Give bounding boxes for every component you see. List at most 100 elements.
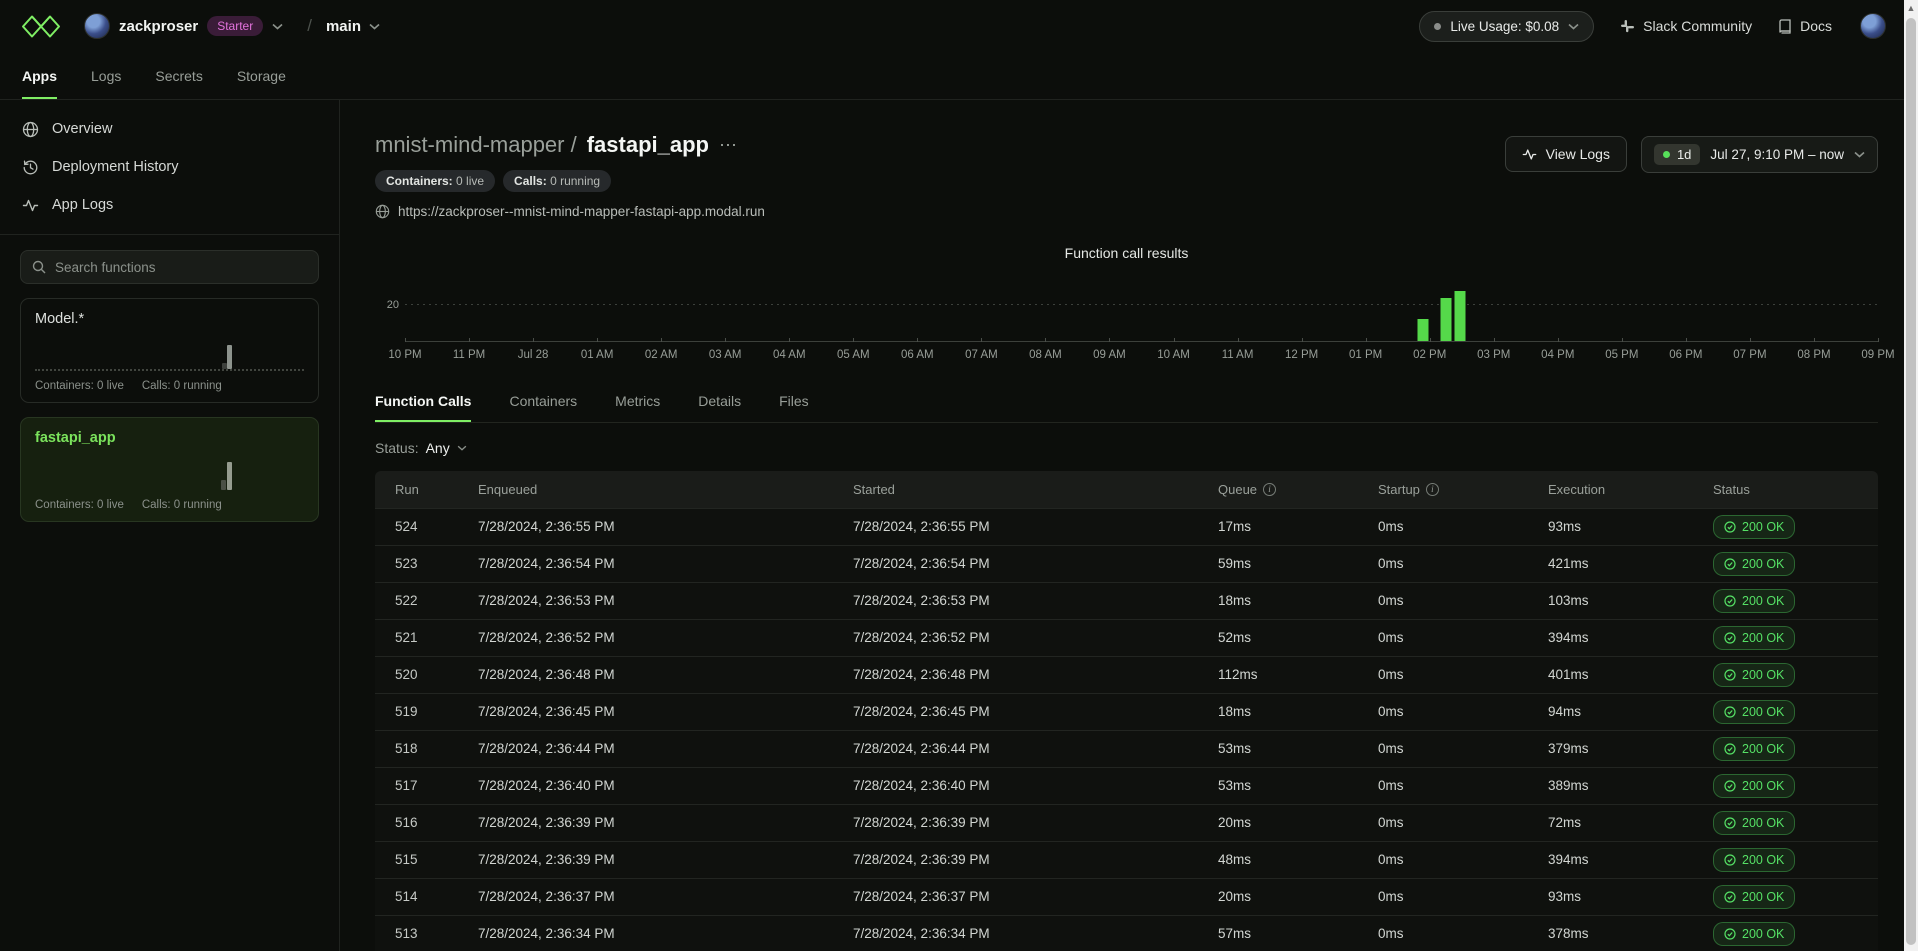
status-badge: 200 OK — [1713, 737, 1795, 761]
table-row[interactable]: 5207/28/2024, 2:36:48 PM7/28/2024, 2:36:… — [375, 656, 1878, 693]
cell-status: 200 OK — [1695, 841, 1878, 878]
tab-metrics[interactable]: Metrics — [615, 382, 660, 422]
status-badge: 200 OK — [1713, 515, 1795, 539]
info-icon[interactable]: i — [1263, 483, 1276, 496]
cell-enqueued: 7/28/2024, 2:36:53 PM — [460, 582, 835, 619]
gridline-20 — [405, 304, 1878, 305]
table-row[interactable]: 5217/28/2024, 2:36:52 PM7/28/2024, 2:36:… — [375, 619, 1878, 656]
live-usage-dropdown[interactable]: Live Usage: $0.08 — [1419, 11, 1594, 42]
page-scrollbar[interactable]: ▲ — [1904, 0, 1918, 951]
column-header-execution: Execution — [1530, 471, 1695, 508]
environment-name: main — [326, 18, 361, 35]
function-name: Model.* — [35, 311, 304, 327]
check-circle-icon — [1724, 891, 1736, 903]
table-row[interactable]: 5247/28/2024, 2:36:55 PM7/28/2024, 2:36:… — [375, 508, 1878, 545]
docs-link[interactable]: Docs — [1778, 18, 1832, 34]
cell-started: 7/28/2024, 2:36:52 PM — [835, 619, 1200, 656]
status-text: 200 OK — [1742, 742, 1784, 756]
check-circle-icon — [1724, 595, 1736, 607]
slack-community-link[interactable]: Slack Community — [1620, 18, 1752, 34]
web-endpoint-link[interactable]: https://zackproser--mnist-mind-mapper-fa… — [375, 204, 765, 219]
status-text: 200 OK — [1742, 927, 1784, 941]
tab-files[interactable]: Files — [779, 382, 809, 422]
workspace-avatar — [84, 13, 110, 39]
table-row[interactable]: 5187/28/2024, 2:36:44 PM7/28/2024, 2:36:… — [375, 730, 1878, 767]
search-icon — [32, 260, 46, 274]
plan-badge: Starter — [207, 16, 263, 36]
cell-enqueued: 7/28/2024, 2:36:34 PM — [460, 915, 835, 951]
table-row[interactable]: 5167/28/2024, 2:36:39 PM7/28/2024, 2:36:… — [375, 804, 1878, 841]
history-icon — [22, 159, 39, 176]
sidebar-item-deployment-history[interactable]: Deployment History — [0, 148, 339, 186]
nav-tab-logs[interactable]: Logs — [91, 52, 121, 99]
chart-bar[interactable] — [1454, 291, 1465, 341]
tab-containers[interactable]: Containers — [509, 382, 577, 422]
cell-started: 7/28/2024, 2:36:55 PM — [835, 508, 1200, 545]
function-card-model[interactable]: Model.* Containers: 0 live Calls: 0 runn… — [20, 298, 319, 403]
function-name: fastapi_app — [35, 430, 304, 446]
cell-run: 522 — [375, 582, 460, 619]
search-functions-input[interactable] — [55, 260, 307, 275]
nav-tab-apps[interactable]: Apps — [22, 52, 57, 99]
chevron-down-icon — [1568, 23, 1579, 30]
cell-execution: 401ms — [1530, 656, 1695, 693]
table-row[interactable]: 5237/28/2024, 2:36:54 PM7/28/2024, 2:36:… — [375, 545, 1878, 582]
app-name[interactable]: mnist-mind-mapper / — [375, 132, 577, 158]
modal-logo-icon[interactable] — [20, 13, 62, 40]
nav-tab-storage[interactable]: Storage — [237, 52, 286, 99]
time-range-picker[interactable]: 1d Jul 27, 9:10 PM – now — [1641, 136, 1878, 173]
x-tick-label: 03 PM — [1477, 349, 1510, 361]
view-logs-button[interactable]: View Logs — [1505, 136, 1627, 172]
status-text: 200 OK — [1742, 890, 1784, 904]
x-tick-label: 04 AM — [773, 349, 806, 361]
x-tick-label: 06 AM — [901, 349, 934, 361]
status-filter-dropdown[interactable]: Status: Any — [375, 440, 1878, 456]
sidebar: Overview Deployment History — [0, 100, 340, 951]
workspace-switcher[interactable]: zackproser Starter — [84, 13, 283, 39]
x-tick-label: 08 PM — [1797, 349, 1830, 361]
environment-switcher[interactable]: main — [326, 18, 380, 35]
table-row[interactable]: 5137/28/2024, 2:36:34 PM7/28/2024, 2:36:… — [375, 915, 1878, 951]
chart-x-axis: 10 PM11 PMJul 2801 AM02 AM03 AM04 AM05 A… — [405, 342, 1878, 366]
table-row[interactable]: 5197/28/2024, 2:36:45 PM7/28/2024, 2:36:… — [375, 693, 1878, 730]
activity-icon — [22, 197, 39, 214]
main-panel: mnist-mind-mapper / fastapi_app ⋯ Contai… — [340, 100, 1904, 951]
check-circle-icon — [1724, 558, 1736, 570]
cell-queue: 20ms — [1200, 878, 1360, 915]
calls-count: Calls: 0 running — [142, 380, 222, 392]
sidebar-item-overview[interactable]: Overview — [0, 110, 339, 148]
cell-run: 520 — [375, 656, 460, 693]
chevron-down-icon[interactable] — [369, 23, 380, 30]
options-menu-icon[interactable]: ⋯ — [719, 135, 738, 156]
scrollbar-up-arrow[interactable]: ▲ — [1906, 3, 1916, 13]
sidebar-item-app-logs[interactable]: App Logs — [0, 186, 339, 224]
globe-icon — [22, 121, 39, 138]
info-icon[interactable]: i — [1426, 483, 1439, 496]
cell-execution: 94ms — [1530, 693, 1695, 730]
tab-function-calls[interactable]: Function Calls — [375, 382, 471, 422]
table-row[interactable]: 5157/28/2024, 2:36:39 PM7/28/2024, 2:36:… — [375, 841, 1878, 878]
cell-enqueued: 7/28/2024, 2:36:48 PM — [460, 656, 835, 693]
search-functions-box[interactable] — [20, 250, 319, 284]
cell-run: 523 — [375, 545, 460, 582]
scrollbar-thumb[interactable] — [1906, 18, 1916, 945]
table-header-row: Run Enqueued Started Queuei Startupi Exe… — [375, 471, 1878, 508]
status-text: 200 OK — [1742, 631, 1784, 645]
table-row[interactable]: 5227/28/2024, 2:36:53 PM7/28/2024, 2:36:… — [375, 582, 1878, 619]
cell-queue: 53ms — [1200, 767, 1360, 804]
status-filter-label: Status: — [375, 440, 419, 456]
table-row[interactable]: 5177/28/2024, 2:36:40 PM7/28/2024, 2:36:… — [375, 767, 1878, 804]
nav-tab-secrets[interactable]: Secrets — [155, 52, 202, 99]
chevron-down-icon[interactable] — [272, 23, 283, 30]
cell-execution: 394ms — [1530, 841, 1695, 878]
chart-bar[interactable] — [1441, 298, 1452, 341]
tab-details[interactable]: Details — [698, 382, 741, 422]
cell-startup: 0ms — [1360, 804, 1530, 841]
chart-bar[interactable] — [1417, 319, 1428, 341]
function-card-fastapi-app[interactable]: fastapi_app Containers: 0 live Calls: 0 … — [20, 417, 319, 522]
x-tick-label: 12 PM — [1285, 349, 1318, 361]
table-row[interactable]: 5147/28/2024, 2:36:37 PM7/28/2024, 2:36:… — [375, 878, 1878, 915]
user-avatar[interactable] — [1860, 13, 1886, 39]
x-tick-label: 05 AM — [837, 349, 870, 361]
cell-status: 200 OK — [1695, 582, 1878, 619]
